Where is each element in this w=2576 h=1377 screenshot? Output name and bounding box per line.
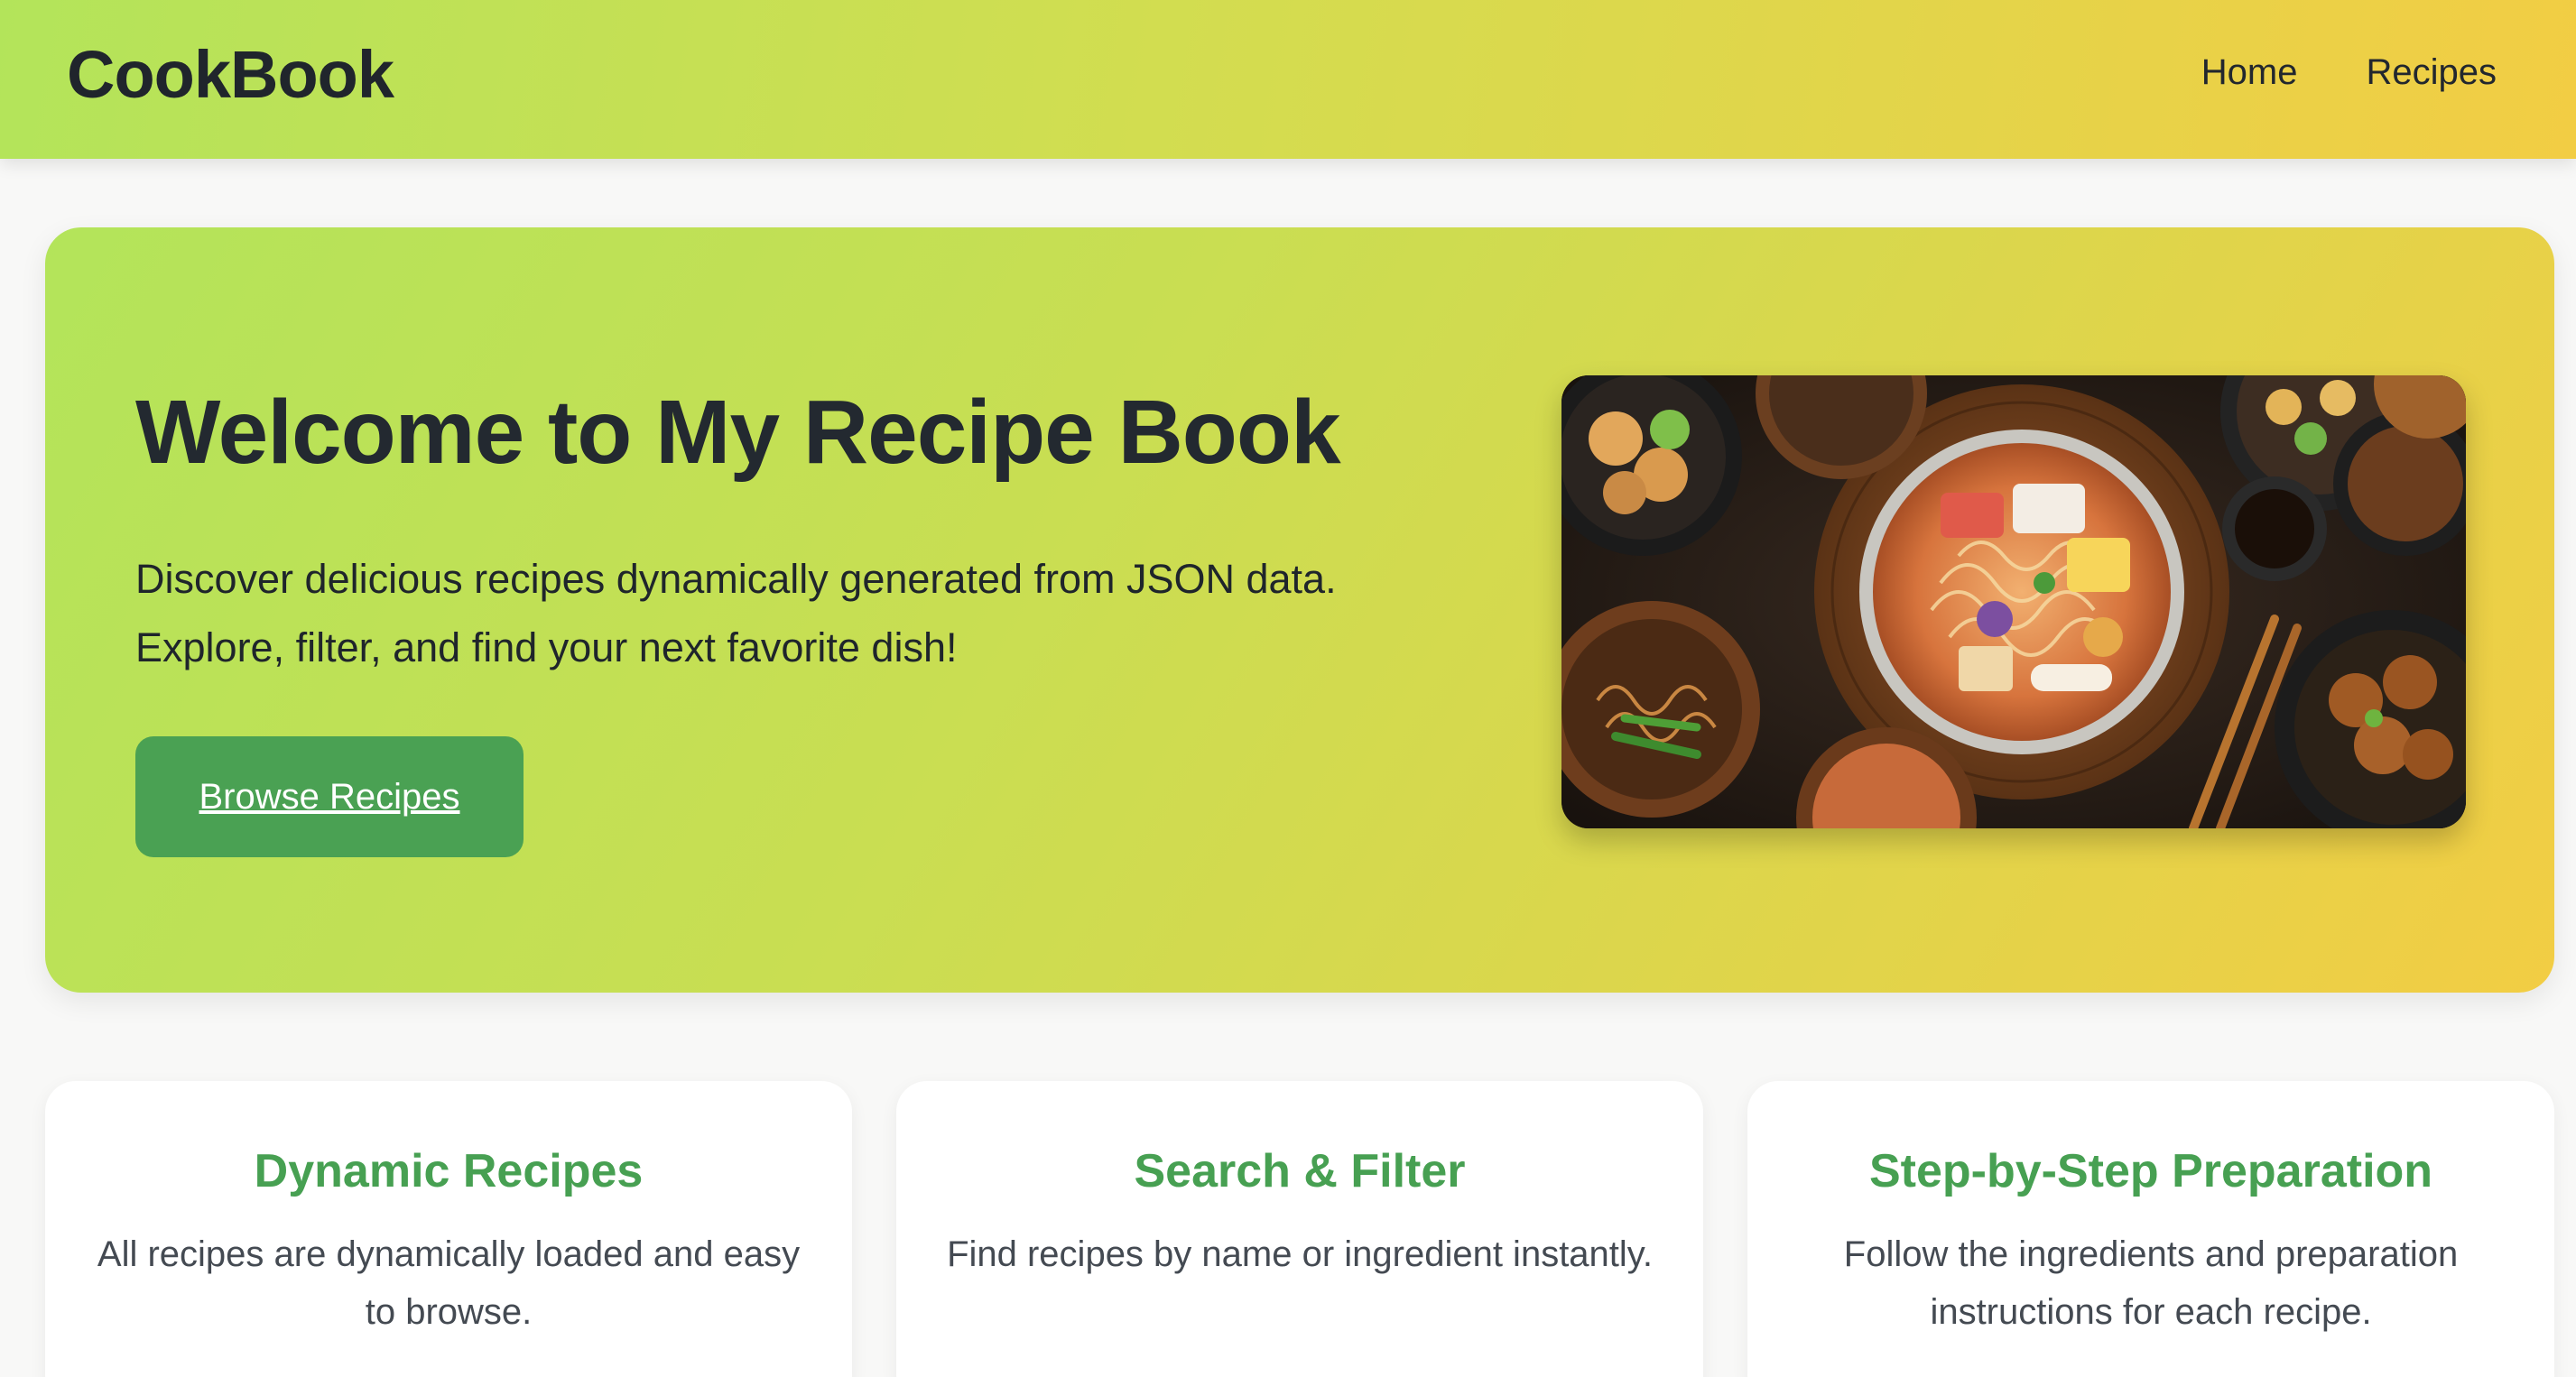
hero-description: Discover delicious recipes dynamically g… xyxy=(135,545,1561,682)
hero-description-line-2: Explore, filter, and find your next favo… xyxy=(135,624,958,670)
hero-description-line-1: Discover delicious recipes dynamically g… xyxy=(135,556,1337,602)
nav-home-link[interactable]: Home xyxy=(2201,52,2298,93)
hero-section: Welcome to My Recipe Book Discover delic… xyxy=(45,227,2554,993)
hero-title: Welcome to My Recipe Book xyxy=(135,382,1341,483)
feature-description: All recipes are dynamically loaded and e… xyxy=(97,1234,801,1332)
feature-card-step-by-step: Step-by-Step Preparation Follow the ingr… xyxy=(1747,1081,2554,1377)
feature-card-dynamic-recipes: Dynamic Recipes All recipes are dynamica… xyxy=(45,1081,852,1377)
top-header: CookBook Home Recipes xyxy=(0,0,2576,159)
feature-title: Search & Filter xyxy=(1134,1145,1466,1197)
nav-recipes-link[interactable]: Recipes xyxy=(2366,52,2497,93)
feature-description: Follow the ingredients and preparation i… xyxy=(1843,1234,2459,1332)
hero-food-image xyxy=(1561,375,2466,828)
feature-card-search-filter: Search & Filter Find recipes by name or … xyxy=(896,1081,1703,1377)
feature-title: Dynamic Recipes xyxy=(254,1145,644,1197)
feature-title: Step-by-Step Preparation xyxy=(1868,1145,2433,1197)
food-spread-illustration xyxy=(1561,375,2466,828)
main-nav: Home Recipes xyxy=(2201,52,2497,93)
brand-logo[interactable]: CookBook xyxy=(67,36,394,113)
feature-description: Find recipes by name or ingredient insta… xyxy=(947,1234,1653,1274)
browse-recipes-button[interactable]: Browse Recipes xyxy=(135,736,524,857)
